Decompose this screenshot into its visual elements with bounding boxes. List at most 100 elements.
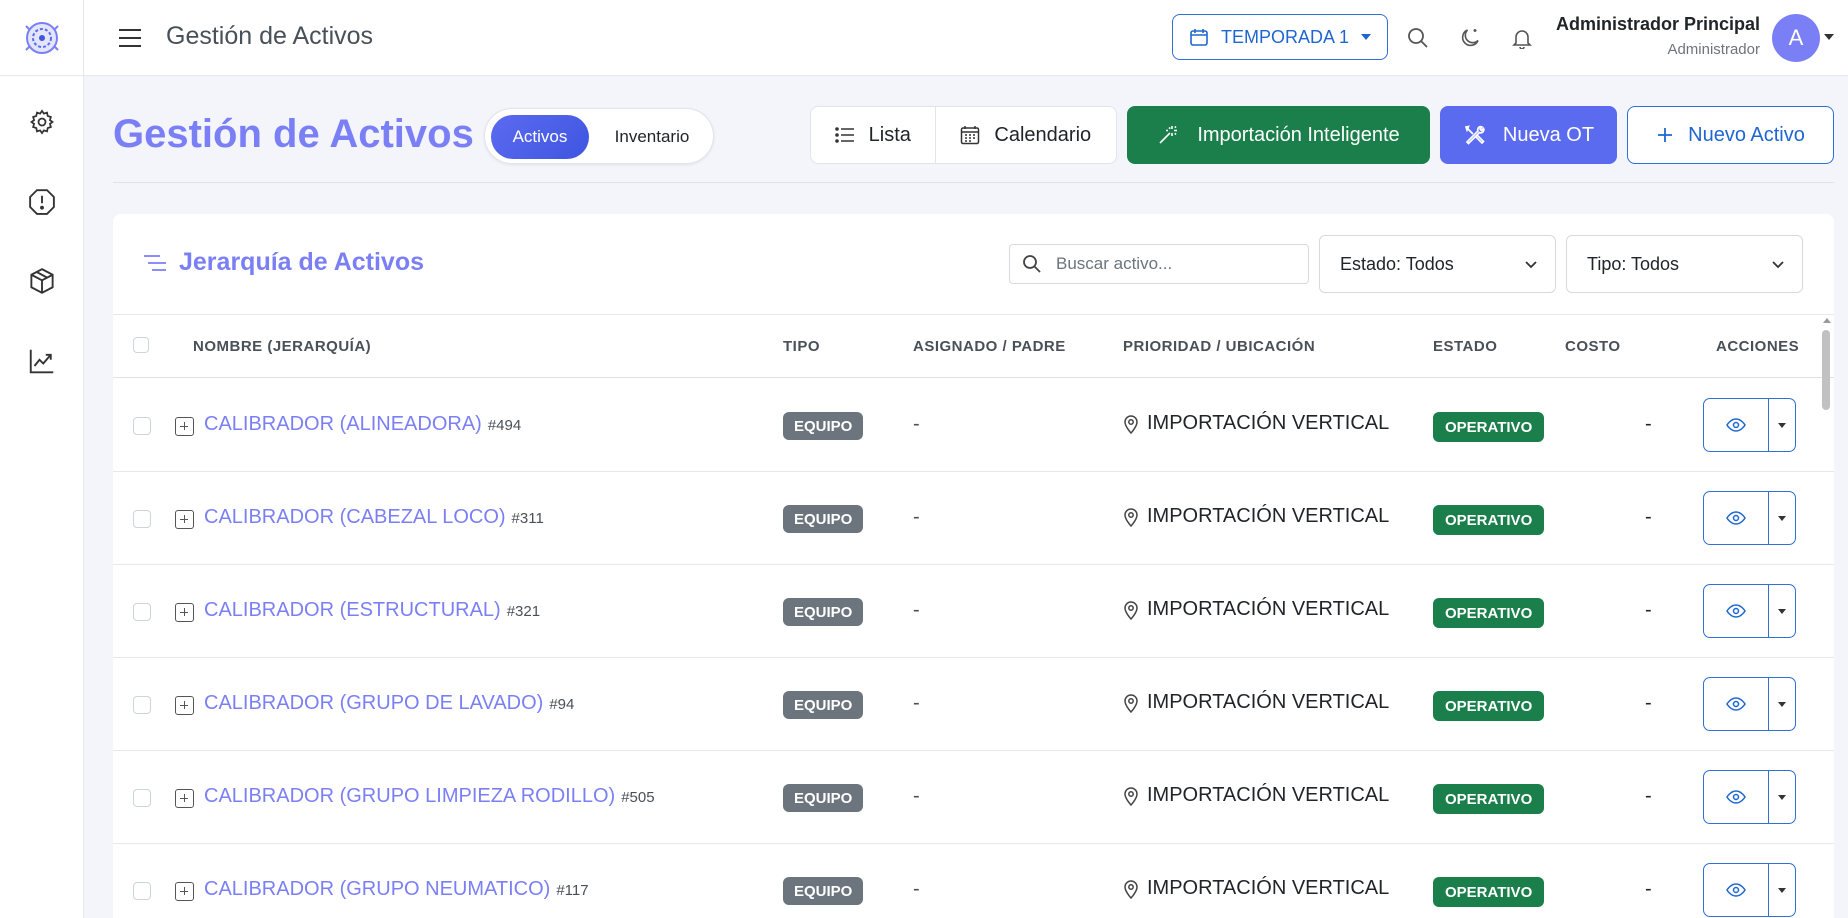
asset-search [1009,244,1309,284]
tab-inventario[interactable]: Inventario [595,115,709,159]
row-actions-dropdown[interactable] [1769,399,1795,451]
view-asset-button[interactable] [1704,678,1770,730]
view-switcher: Lista Calendario [810,106,1117,164]
select-all-checkbox[interactable] [133,337,149,353]
row-actions-dropdown[interactable] [1769,585,1795,637]
sidebar-item-alerts[interactable] [0,174,84,230]
sidebar-item-reports[interactable] [0,333,84,389]
search-button[interactable] [1402,22,1434,54]
location-cell: IMPORTACIÓN VERTICAL [1123,784,1389,807]
row-checkbox[interactable] [133,882,151,900]
table-row[interactable]: CALIBRADOR (GRUPO LIMPIEZA RODILLO) #505 … [113,751,1834,844]
location-cell: IMPORTACIÓN VERTICAL [1123,598,1389,621]
type-badge: EQUIPO [783,505,864,533]
assigned-value: - [913,692,920,714]
theme-toggle-button[interactable] [1454,22,1486,54]
asset-name: CALIBRADOR (CABEZAL LOCO) [204,506,506,528]
asset-name-link[interactable]: CALIBRADOR (ESTRUCTURAL) #321 [204,599,540,622]
table-header: NOMBRE (JERARQUÍA) TIPO ASIGNADO / PADRE… [113,314,1834,378]
new-asset-button[interactable]: Nuevo Activo [1627,106,1834,164]
status-badge: OPERATIVO [1433,505,1545,535]
notifications-button[interactable] [1506,22,1538,54]
view-asset-button[interactable] [1704,399,1770,451]
row-actions-dropdown[interactable] [1769,678,1795,730]
view-asset-button[interactable] [1704,585,1770,637]
gear-icon [30,109,54,135]
hierarchy-icon [144,254,166,271]
asset-name-link[interactable]: CALIBRADOR (CABEZAL LOCO) #311 [204,506,544,529]
filter-tipo-select[interactable]: Tipo: Todos [1566,235,1803,293]
col-costo[interactable]: COSTO [1565,338,1621,355]
calendar-grid-icon [961,126,980,145]
expand-icon[interactable] [175,882,194,901]
view-asset-button[interactable] [1704,771,1770,823]
table-row[interactable]: CALIBRADOR (CABEZAL LOCO) #311 EQUIPO - I… [113,472,1834,565]
cost-value: - [1645,413,1652,435]
sidebar-item-settings[interactable] [0,94,84,150]
user-menu-caret-icon[interactable] [1824,34,1834,40]
new-work-order-label: Nueva OT [1502,123,1595,146]
table-row[interactable]: CALIBRADOR (ESTRUCTURAL) #321 EQUIPO - IM… [113,565,1834,658]
asset-id: #94 [549,696,575,713]
cost-value: - [1645,599,1652,621]
menu-toggle-button[interactable] [116,24,144,52]
asset-id: #321 [506,603,541,620]
col-prioridad[interactable]: PRIORIDAD / UBICACIÓN [1123,338,1315,355]
scroll-up-icon[interactable] [1823,318,1831,323]
eye-icon [1726,604,1747,618]
row-checkbox[interactable] [133,789,151,807]
row-actions [1703,491,1796,545]
location-value: IMPORTACIÓN VERTICAL [1147,784,1390,806]
map-pin-icon [1124,786,1138,806]
view-list-button[interactable]: Lista [811,107,936,163]
new-work-order-button[interactable]: Nueva OT [1440,106,1617,164]
filter-estado-select[interactable]: Estado: Todos [1319,235,1556,293]
search-input[interactable] [1056,245,1304,283]
row-checkbox[interactable] [133,603,151,621]
row-checkbox[interactable] [133,417,151,435]
table-row[interactable]: CALIBRADOR (GRUPO NEUMATICO) #117 EQUIPO … [113,844,1834,918]
scroll-thumb[interactable] [1822,330,1830,410]
table-row[interactable]: CALIBRADOR (GRUPO DE LAVADO) #94 EQUIPO -… [113,658,1834,751]
app-title: Gestión de Activos [166,22,374,50]
table-scrollbar[interactable] [1820,316,1832,914]
asset-name-link[interactable]: CALIBRADOR (GRUPO NEUMATICO) #117 [204,878,589,901]
row-actions [1703,863,1796,917]
asset-name-link[interactable]: CALIBRADOR (GRUPO DE LAVADO) #94 [204,692,574,715]
col-estado[interactable]: ESTADO [1433,338,1497,355]
logo[interactable] [0,0,83,76]
expand-icon[interactable] [175,417,194,436]
col-asignado[interactable]: ASIGNADO / PADRE [913,338,1066,355]
season-dropdown[interactable]: TEMPORADA 1 [1172,14,1388,60]
caret-down-icon [1778,794,1787,800]
avatar[interactable]: A [1772,14,1820,62]
row-actions-dropdown[interactable] [1769,864,1795,916]
row-actions-dropdown[interactable] [1769,771,1795,823]
col-tipo[interactable]: TIPO [783,338,820,355]
location-cell: IMPORTACIÓN VERTICAL [1123,412,1389,435]
header-divider [113,182,1834,183]
expand-icon[interactable] [175,696,194,715]
view-asset-button[interactable] [1704,864,1770,916]
row-checkbox[interactable] [133,510,151,528]
eye-icon [1726,697,1747,711]
view-calendar-button[interactable]: Calendario [936,107,1116,163]
view-asset-button[interactable] [1704,492,1770,544]
expand-icon[interactable] [175,603,194,622]
sidebar-item-inventory[interactable] [0,253,84,309]
col-nombre[interactable]: NOMBRE (JERARQUÍA) [193,338,371,355]
eye-icon [1726,790,1747,804]
expand-icon[interactable] [175,789,194,808]
status-badge: OPERATIVO [1433,598,1545,628]
caret-down-icon [1778,515,1787,521]
asset-name-link[interactable]: CALIBRADOR (ALINEADORA) #494 [204,413,521,436]
smart-import-button[interactable]: Importación Inteligente [1127,106,1430,164]
assigned-value: - [913,785,920,807]
expand-icon[interactable] [175,510,194,529]
row-checkbox[interactable] [133,696,151,714]
table-row[interactable]: CALIBRADOR (ALINEADORA) #494 EQUIPO - IMP… [113,379,1834,472]
asset-name: CALIBRADOR (GRUPO LIMPIEZA RODILLO) [204,785,616,807]
row-actions-dropdown[interactable] [1769,492,1795,544]
asset-name-link[interactable]: CALIBRADOR (GRUPO LIMPIEZA RODILLO) #505 [204,785,655,808]
tab-activos[interactable]: Activos [491,115,589,159]
